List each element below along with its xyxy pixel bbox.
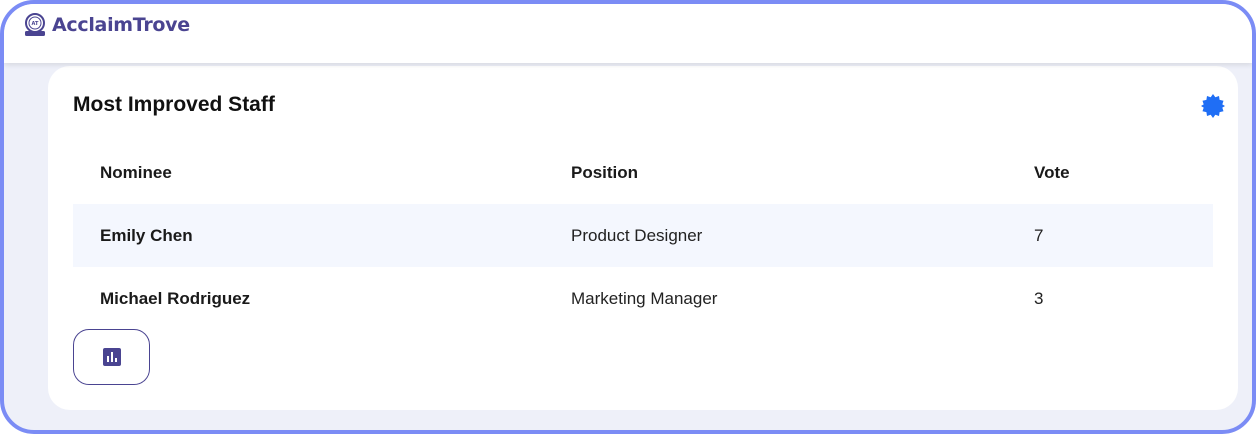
logo-text: AT	[32, 21, 39, 27]
view-chart-button[interactable]	[73, 329, 150, 385]
table-row[interactable]: Emily Chen Product Designer 7	[73, 204, 1213, 267]
table-header-row: Nominee Position Vote	[73, 141, 1213, 204]
nominees-table: Nominee Position Vote Emily Chen Product…	[73, 141, 1213, 330]
brand[interactable]: AT AcclaimTrove	[22, 12, 190, 38]
card-title: Most Improved Staff	[73, 93, 275, 116]
bar-chart-icon	[102, 348, 121, 366]
verified-badge-icon[interactable]	[1200, 93, 1226, 119]
award-card: Most Improved Staff Nominee Position Vot…	[48, 66, 1238, 410]
nominee-vote: 7	[1007, 204, 1213, 267]
nominee-position: Product Designer	[544, 204, 1007, 267]
nominee-name: Emily Chen	[73, 204, 544, 267]
app-window: AT AcclaimTrove Most Improved Staff Nomi…	[0, 0, 1256, 434]
nominee-position: Marketing Manager	[571, 288, 718, 308]
nominee-name: Michael Rodriguez	[100, 288, 251, 308]
column-header-position[interactable]: Position	[544, 141, 1007, 204]
top-header: AT AcclaimTrove	[4, 4, 1252, 63]
column-header-nominee[interactable]: Nominee	[73, 141, 544, 204]
column-header-vote[interactable]: Vote	[1007, 141, 1213, 204]
nominee-vote: 3	[1034, 288, 1044, 308]
table-row[interactable]: Michael Rodriguez Marketing Manager 3	[73, 267, 1213, 330]
brand-name: AcclaimTrove	[52, 14, 190, 36]
trophy-badge-icon: AT	[25, 13, 45, 36]
